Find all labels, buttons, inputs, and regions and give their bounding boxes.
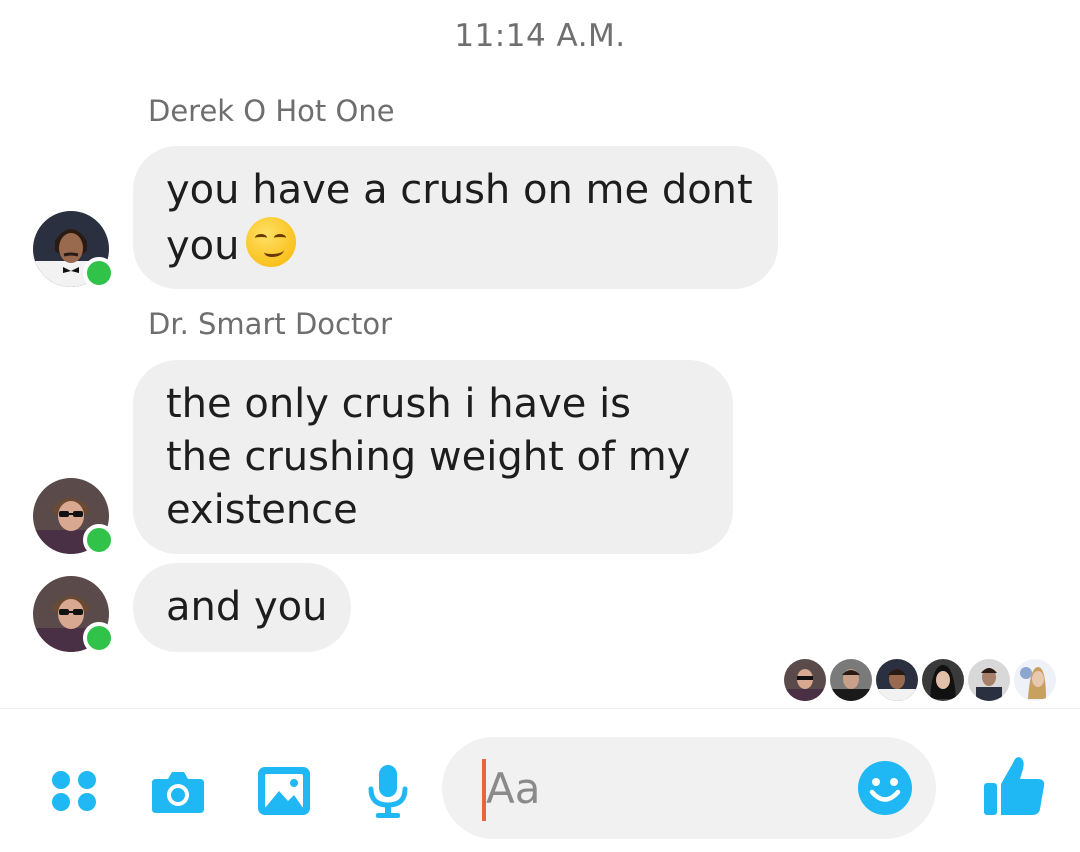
- microphone-icon: [356, 759, 420, 823]
- avatar[interactable]: [33, 211, 115, 289]
- online-status-indicator: [83, 257, 115, 289]
- message-timestamp: 11:14 A.M.: [454, 18, 626, 54]
- emoji-icon: [856, 759, 914, 817]
- like-button[interactable]: [980, 751, 1048, 821]
- more-icon: [42, 759, 106, 823]
- message-text: the only crush i have is: [166, 381, 632, 427]
- read-receipt-avatar: [1014, 659, 1056, 701]
- smirking-face-emoji-icon: [245, 217, 296, 267]
- message-input[interactable]: [486, 737, 846, 839]
- message-composer: [0, 709, 1080, 852]
- image-icon: [252, 759, 316, 823]
- gallery-button[interactable]: [252, 759, 316, 823]
- read-receipt-avatar: [784, 659, 826, 701]
- message-text: you: [166, 217, 745, 273]
- message-text: you: [166, 223, 240, 269]
- read-receipt-avatar: [968, 659, 1010, 701]
- message-text: existence: [166, 487, 358, 533]
- read-receipt-avatar: [876, 659, 918, 701]
- read-receipts: [784, 659, 1056, 701]
- sender-name: Derek O Hot One: [148, 94, 395, 128]
- message-text: the crushing weight of my: [166, 434, 691, 480]
- read-receipt-avatar: [830, 659, 872, 701]
- message-text: you have a crush on me dont: [166, 167, 753, 213]
- avatar[interactable]: [33, 576, 115, 654]
- read-receipt-avatar: [922, 659, 964, 701]
- more-actions-button[interactable]: [42, 759, 106, 823]
- voice-message-button[interactable]: [356, 759, 420, 823]
- message-bubble[interactable]: and you: [133, 563, 351, 652]
- avatar[interactable]: [33, 478, 115, 556]
- online-status-indicator: [83, 524, 115, 556]
- message-bubble[interactable]: you have a crush on me dont you: [133, 146, 778, 289]
- online-status-indicator: [83, 622, 115, 654]
- sender-name: Dr. Smart Doctor: [148, 307, 393, 341]
- message-text: and you: [166, 584, 328, 630]
- camera-icon: [146, 759, 210, 823]
- message-bubble[interactable]: the only crush i have is the crushing we…: [133, 360, 733, 554]
- emoji-button[interactable]: [856, 759, 914, 817]
- message-input-container: [442, 737, 936, 839]
- thumbs-up-icon: [980, 751, 1048, 821]
- camera-button[interactable]: [146, 759, 210, 823]
